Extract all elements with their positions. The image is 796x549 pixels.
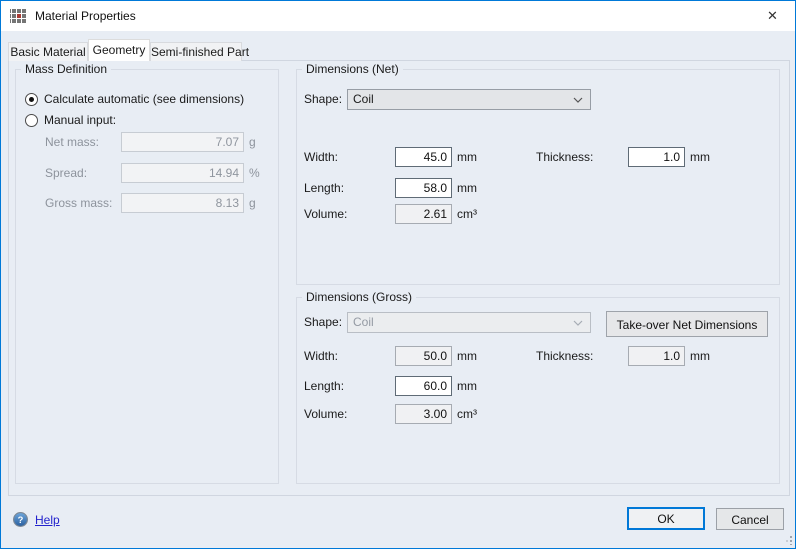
resize-grip[interactable] [783, 536, 792, 545]
net-length-unit: mm [457, 178, 477, 198]
gross-length-label: Length: [304, 376, 344, 396]
net-width-input[interactable] [395, 147, 452, 167]
gross-mass-input [121, 193, 244, 213]
radio-calculate-automatic[interactable] [25, 93, 38, 106]
tab-geometry[interactable]: Geometry [88, 39, 150, 61]
help-icon[interactable]: ? [13, 512, 28, 527]
gross-width-input [395, 346, 452, 366]
net-thickness-input[interactable] [628, 147, 685, 167]
gross-shape-label: Shape: [304, 312, 342, 333]
chevron-down-icon [573, 97, 583, 103]
cancel-button[interactable]: Cancel [716, 508, 784, 530]
net-width-label: Width: [304, 147, 338, 167]
spread-unit: % [249, 163, 260, 183]
net-mass-input [121, 132, 244, 152]
gross-mass-label: Gross mass: [45, 193, 112, 213]
ok-button[interactable]: OK [627, 507, 705, 530]
spread-input [121, 163, 244, 183]
net-shape-select[interactable]: Coil [347, 89, 591, 110]
gross-thickness-input [628, 346, 685, 366]
net-width-unit: mm [457, 147, 477, 167]
svg-text:?: ? [18, 515, 24, 525]
dimensions-gross-group-label: Dimensions (Gross) [302, 290, 416, 304]
close-icon: ✕ [767, 8, 778, 23]
net-volume-input [395, 204, 452, 224]
gross-width-unit: mm [457, 346, 477, 366]
net-length-label: Length: [304, 178, 344, 198]
net-shape-value: Coil [353, 92, 374, 106]
radio-manual-input-label[interactable]: Manual input: [44, 114, 116, 127]
radio-calculate-automatic-label[interactable]: Calculate automatic (see dimensions) [44, 93, 244, 106]
gross-volume-label: Volume: [304, 404, 347, 424]
radio-manual-input[interactable] [25, 114, 38, 127]
gross-thickness-label: Thickness: [536, 346, 593, 366]
net-volume-unit: cm³ [457, 204, 477, 224]
gross-mass-unit: g [249, 193, 256, 213]
gross-shape-value: Coil [353, 315, 374, 329]
net-thickness-label: Thickness: [536, 147, 593, 167]
help-link[interactable]: Help [35, 513, 60, 527]
net-shape-label: Shape: [304, 89, 342, 110]
net-thickness-unit: mm [690, 147, 710, 167]
net-length-input[interactable] [395, 178, 452, 198]
spread-label: Spread: [45, 163, 87, 183]
gross-length-input[interactable] [395, 376, 452, 396]
gross-length-unit: mm [457, 376, 477, 396]
close-button[interactable]: ✕ [750, 1, 795, 30]
take-over-net-dimensions-button[interactable]: Take-over Net Dimensions [606, 311, 768, 337]
material-properties-dialog: Material Properties ✕ Basic Material Geo… [0, 0, 796, 549]
app-icon [10, 8, 26, 24]
dimensions-net-group-label: Dimensions (Net) [302, 62, 403, 76]
net-volume-label: Volume: [304, 204, 347, 224]
gross-volume-unit: cm³ [457, 404, 477, 424]
tab-semi-finished-part[interactable]: Semi-finished Part [150, 42, 242, 61]
tab-basic-material[interactable]: Basic Material [8, 42, 88, 61]
gross-thickness-unit: mm [690, 346, 710, 366]
window-title: Material Properties [35, 9, 136, 23]
title-bar[interactable]: Material Properties ✕ [1, 1, 795, 31]
gross-volume-input [395, 404, 452, 424]
net-mass-unit: g [249, 132, 256, 152]
gross-width-label: Width: [304, 346, 338, 366]
chevron-down-icon [573, 320, 583, 326]
gross-shape-select: Coil [347, 312, 591, 333]
mass-definition-group-label: Mass Definition [21, 62, 111, 76]
net-mass-label: Net mass: [45, 132, 99, 152]
